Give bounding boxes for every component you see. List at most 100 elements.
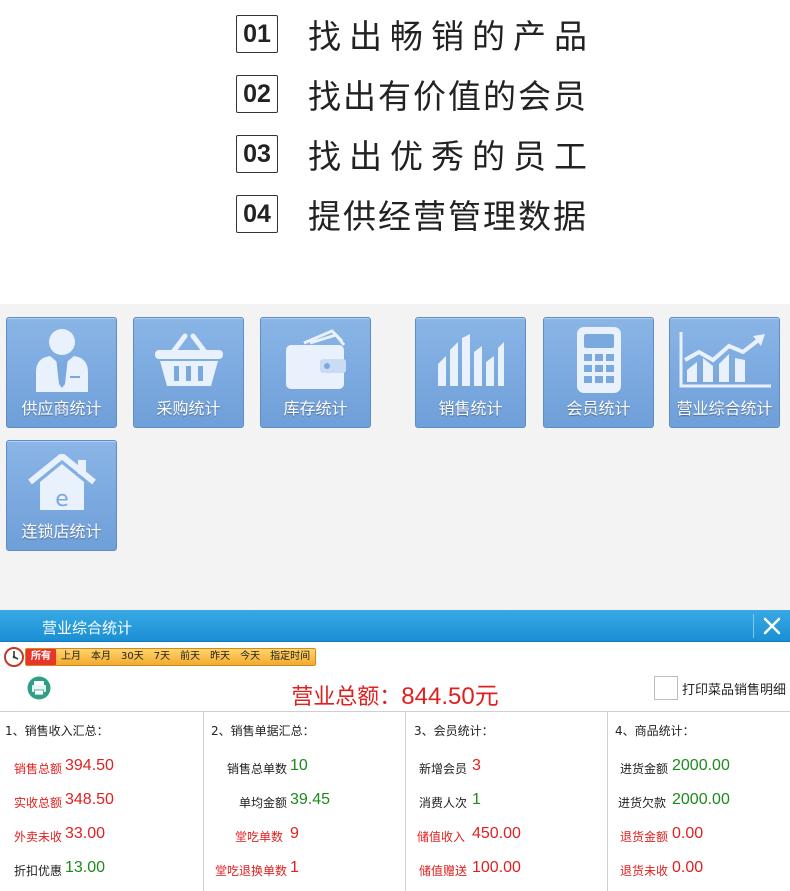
stat-label: 堂吃退换单数 — [215, 864, 288, 878]
stat-label: 折扣优惠 — [14, 864, 63, 878]
supplier-person-icon — [7, 324, 116, 396]
stat-value: 10 — [290, 757, 308, 774]
title-separator — [753, 614, 754, 638]
wallet-icon — [261, 324, 370, 396]
filter-custom-time[interactable]: 指定时间 — [265, 649, 315, 665]
close-button[interactable] — [758, 613, 786, 639]
window-title: 营业综合统计 — [42, 619, 133, 637]
stat-value: 0.00 — [672, 825, 704, 842]
filter-day-before-yesterday[interactable]: 前天 — [175, 649, 205, 665]
stat-row: 退货金额 0.00 — [608, 824, 790, 846]
store-house-icon: e — [7, 447, 116, 519]
feature-text: 找出有价值的会员 — [308, 77, 588, 116]
feature-text: 找出优秀的员工 — [308, 137, 595, 176]
stat-row: 进货金额 2000.00 — [608, 756, 790, 778]
stat-label: 进货欠款 — [618, 796, 667, 810]
tile-business-overview-stats[interactable]: 营业综合统计 — [669, 317, 780, 428]
print-detail-checkbox[interactable] — [653, 676, 678, 700]
stat-label: 储值收入 — [417, 830, 466, 844]
stat-row: 储值收入 450.00 — [406, 824, 606, 846]
stat-label: 退货金额 — [620, 830, 669, 844]
feature-number: 04 — [236, 195, 278, 233]
stat-value: 450.00 — [472, 825, 521, 842]
feature-item: 04 提供经营管理数据 — [236, 192, 588, 236]
feature-item: 03 找出优秀的员工 — [236, 132, 595, 176]
date-filter-bar: 所有 上月 本月 30天 7天 前天 昨天 今天 指定时间 — [4, 647, 317, 667]
tile-label: 采购统计 — [156, 399, 221, 418]
tile-label: 连锁店统计 — [21, 522, 102, 541]
sales-income-summary: 1、销售收入汇总： 销售总额 394.50 实收总额 348.50 外卖未收 3… — [0, 712, 203, 891]
tile-inventory-stats[interactable]: 库存统计 — [260, 317, 371, 428]
feature-number: 02 — [236, 75, 278, 113]
tile-purchase-stats[interactable]: 采购统计 — [133, 317, 244, 428]
stat-label: 储值赠送 — [419, 864, 468, 878]
sales-document-summary: 2、销售单据汇总： 销售总单数 10 单均金额 39.45 堂吃单数 9 堂吃退… — [204, 712, 405, 891]
stat-label: 进货金额 — [620, 762, 669, 776]
bar-chart-icon — [416, 324, 525, 396]
svg-text:e: e — [55, 487, 69, 512]
shopping-basket-icon — [134, 324, 243, 396]
stat-label: 销售总额 — [14, 762, 63, 776]
stat-value: 2000.00 — [672, 791, 730, 808]
section-title: 4、商品统计： — [615, 724, 695, 738]
filter-yesterday[interactable]: 昨天 — [205, 649, 235, 665]
tile-supplier-stats[interactable]: 供应商统计 — [6, 317, 117, 428]
stat-value: 1 — [472, 791, 481, 808]
stat-value: 3 — [472, 757, 481, 774]
tile-member-stats[interactable]: 会员统计 — [543, 317, 654, 428]
stat-row: 外卖未收 33.00 — [0, 824, 200, 846]
stat-value: 100.00 — [472, 859, 521, 876]
tile-chain-store-stats[interactable]: e 连锁店统计 — [6, 440, 117, 551]
tile-label: 销售统计 — [438, 399, 503, 418]
stat-value: 39.45 — [290, 791, 331, 808]
stat-row: 退货未收 0.00 — [608, 858, 790, 880]
product-statistics: 4、商品统计： 进货金额 2000.00 进货欠款 2000.00 退货金额 0… — [608, 712, 790, 891]
stat-label: 实收总额 — [14, 796, 63, 810]
window-title-bar: 营业综合统计 — [0, 610, 790, 642]
business-stats-window: 营业综合统计 所有 上月 本月 30天 7天 前天 昨天 今天 指定时间 营业总… — [0, 610, 790, 891]
filter-today[interactable]: 今天 — [235, 649, 265, 665]
section-title: 3、会员统计： — [414, 724, 494, 738]
stat-row: 堂吃退换单数 1 — [204, 858, 404, 880]
stat-value: 1 — [290, 859, 299, 876]
stat-label: 堂吃单数 — [235, 830, 284, 844]
stat-value: 394.50 — [65, 757, 114, 774]
filter-all[interactable]: 所有 — [26, 649, 56, 665]
filter-this-month[interactable]: 本月 — [86, 649, 116, 665]
stat-row: 销售总单数 10 — [204, 756, 404, 778]
section-title: 1、销售收入汇总： — [5, 724, 109, 738]
stat-row: 储值赠送 100.00 — [406, 858, 606, 880]
stat-row: 实收总额 348.50 — [0, 790, 200, 812]
tile-label: 营业综合统计 — [676, 399, 773, 418]
stat-label: 外卖未收 — [14, 830, 63, 844]
stat-label: 新增会员 — [419, 762, 468, 776]
stat-row: 折扣优惠 13.00 — [0, 858, 200, 880]
member-statistics: 3、会员统计： 新增会员 3 消费人次 1 储值收入 450.00 储值赠送 1… — [406, 712, 607, 891]
feature-text: 找出畅销的产品 — [308, 17, 595, 56]
stat-value: 348.50 — [65, 791, 114, 808]
total-revenue-value: 844.50元 — [401, 683, 499, 710]
stat-label: 退货未收 — [620, 864, 669, 878]
close-icon — [763, 617, 781, 635]
clock-icon[interactable] — [4, 647, 24, 667]
statistics-tile-panel: 供应商统计 采购统计 库存统计 销售统计 会员统计 营业综合统计 e 连锁店统计 — [0, 304, 790, 610]
tile-sales-stats[interactable]: 销售统计 — [415, 317, 526, 428]
calculator-icon — [544, 324, 653, 396]
print-detail-label: 打印菜品销售明细 — [681, 682, 786, 698]
stat-row: 销售总额 394.50 — [0, 756, 200, 778]
feature-item: 02 找出有价值的会员 — [236, 72, 588, 116]
tile-label: 会员统计 — [566, 399, 631, 418]
stat-row: 单均金额 39.45 — [204, 790, 404, 812]
stat-value: 0.00 — [672, 859, 704, 876]
stat-value: 9 — [290, 825, 299, 842]
stat-row: 堂吃单数 9 — [204, 824, 404, 846]
stat-label: 消费人次 — [419, 796, 468, 810]
filter-last-month[interactable]: 上月 — [56, 649, 86, 665]
stat-value: 13.00 — [65, 859, 106, 876]
feature-number: 03 — [236, 135, 278, 173]
filter-7-days[interactable]: 7天 — [149, 649, 175, 665]
stat-row: 新增会员 3 — [406, 756, 606, 778]
feature-text: 提供经营管理数据 — [308, 197, 588, 236]
filter-30-days[interactable]: 30天 — [116, 649, 149, 665]
stat-value: 2000.00 — [672, 757, 730, 774]
